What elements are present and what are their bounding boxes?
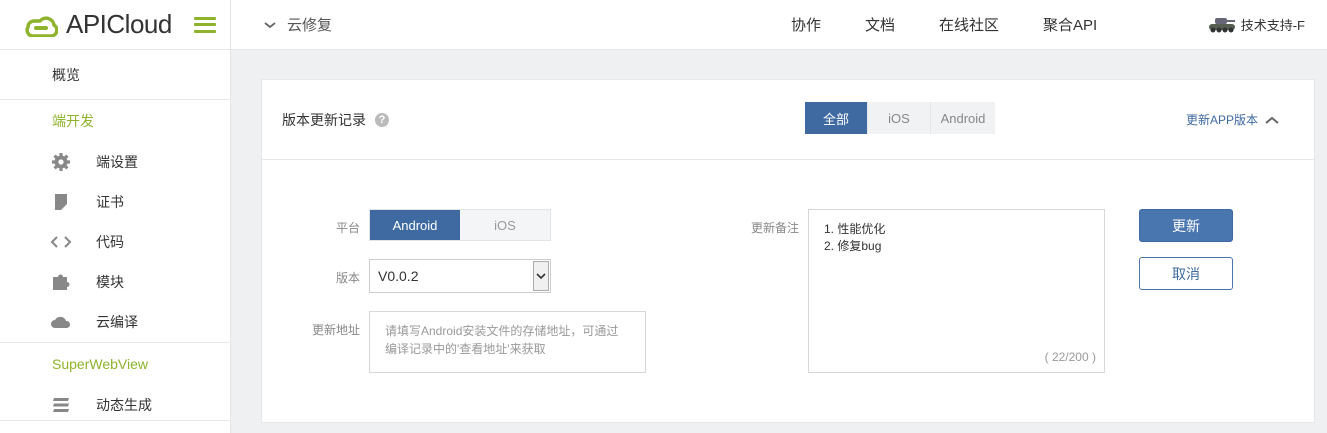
top-link-docs[interactable]: 文档 [865, 14, 895, 35]
platform-option-android[interactable]: Android [370, 210, 460, 240]
tab-all[interactable]: 全部 [805, 102, 868, 134]
project-switcher[interactable]: 云修复 [231, 14, 332, 35]
top-link-collaborate[interactable]: 协作 [791, 14, 821, 35]
update-url-label: 更新地址 [311, 323, 360, 337]
sidebar-item-cloud-compile[interactable]: 云编译 [0, 302, 230, 342]
update-url-placeholder: 请填写Android安装文件的存储地址，可通过编译记录中的'查看地址'来获取 [385, 324, 619, 356]
notes-line: 1. 性能优化 [824, 222, 886, 236]
sidebar-group-title-superwebview[interactable]: SuperWebView [0, 343, 230, 385]
update-button[interactable]: 更新 [1139, 209, 1233, 242]
update-app-version-label: 更新APP版本 [1185, 113, 1258, 127]
help-icon[interactable]: ? [375, 112, 389, 127]
chevron-up-icon [1265, 116, 1279, 124]
notes-label: 更新备注 [750, 221, 799, 235]
sidebar-item-overview[interactable]: 概览 [0, 50, 230, 100]
sidebar-item-label: 端设置 [96, 154, 138, 170]
platform-label: 平台 [335, 221, 360, 235]
sidebar-item-label: 代码 [96, 234, 124, 250]
tab-ios[interactable]: iOS [868, 102, 931, 134]
top-nav: 协作 文档 在线社区 聚合API [791, 14, 1141, 35]
tank-avatar-icon [1208, 17, 1235, 32]
panel-header: 版本更新记录 ? 全部 iOS Android 更新APP版本 [262, 80, 1314, 160]
update-app-version-link[interactable]: 更新APP版本 [1186, 111, 1280, 128]
platform-toggle: Android iOS [369, 209, 551, 241]
character-counter: ( 22/200 ) [1044, 350, 1096, 364]
logo[interactable]: APICloud [0, 0, 230, 50]
sidebar-item-modules[interactable]: 模块 [0, 262, 230, 302]
sidebar-item-label: 证书 [96, 194, 124, 210]
project-name: 云修复 [287, 17, 333, 34]
version-update-panel: 版本更新记录 ? 全部 iOS Android 更新APP版本 平台 Andro… [261, 79, 1315, 423]
sidebar-item-dynamic-generate[interactable]: 动态生成 [0, 385, 230, 425]
user-menu[interactable]: 技术支持-F [1207, 15, 1305, 34]
sidebar-item-label: 动态生成 [96, 397, 152, 413]
apicloud-logo-icon [25, 15, 58, 37]
brand-name: APICloud [66, 9, 172, 39]
certificate-icon [50, 193, 72, 211]
platform-option-ios[interactable]: iOS [460, 210, 550, 240]
sidebar-item-settings[interactable]: 端设置 [0, 142, 230, 182]
platform-filter-tabs: 全部 iOS Android [805, 102, 995, 134]
sidebar: APICloud 概览 端开发 端设置 证书 代码 模块 云编译 SuperWe… [0, 0, 231, 433]
chevron-down-icon[interactable] [533, 261, 549, 291]
top-link-aggregate-api[interactable]: 聚合API [1043, 14, 1097, 35]
sidebar-item-label: 模块 [96, 274, 124, 290]
user-name: 技术支持-F [1240, 18, 1305, 33]
chevron-down-icon [264, 21, 276, 28]
cancel-button[interactable]: 取消 [1139, 257, 1233, 290]
sidebar-divider [0, 420, 231, 421]
page-title: 版本更新记录 [282, 111, 366, 128]
sidebar-item-certificate[interactable]: 证书 [0, 182, 230, 222]
gear-icon [50, 153, 72, 171]
cloud-icon [50, 313, 72, 331]
top-link-community[interactable]: 在线社区 [939, 14, 999, 35]
version-select[interactable]: V0.0.2 [369, 259, 551, 293]
version-value: V0.0.2 [378, 268, 419, 284]
notes-line: 2. 修复bug [824, 239, 882, 253]
update-url-field[interactable]: 请填写Android安装文件的存储地址，可通过编译记录中的'查看地址'来获取 [369, 311, 646, 373]
layers-icon [50, 396, 72, 414]
version-label: 版本 [335, 271, 360, 285]
hamburger-menu-icon[interactable] [193, 16, 216, 33]
code-icon [50, 233, 72, 251]
update-notes-textarea[interactable]: 1. 性能优化 2. 修复bug ( 22/200 ) [808, 209, 1105, 373]
puzzle-icon [50, 273, 72, 291]
tab-android[interactable]: Android [931, 102, 995, 134]
sidebar-item-code[interactable]: 代码 [0, 222, 230, 262]
sidebar-item-label: 云编译 [96, 314, 138, 330]
sidebar-group-title-dev[interactable]: 端开发 [0, 100, 230, 142]
top-bar: 云修复 协作 文档 在线社区 聚合API 技术支持-F [231, 0, 1327, 50]
